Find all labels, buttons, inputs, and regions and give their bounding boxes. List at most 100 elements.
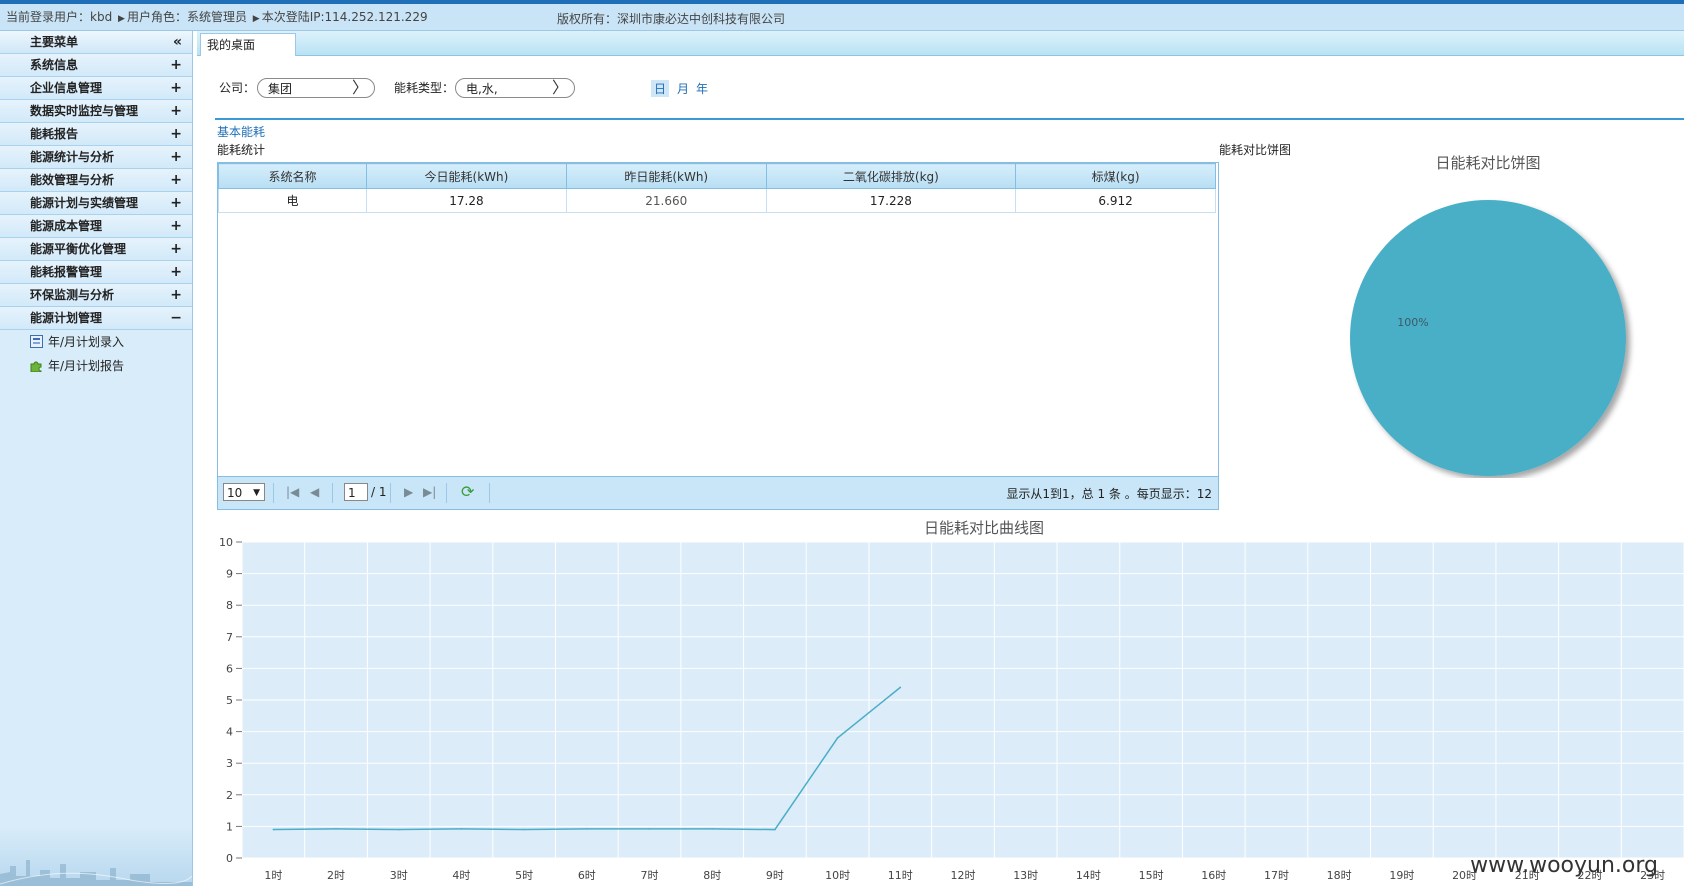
y-tick-label: 3 bbox=[226, 757, 233, 770]
sidebar-item[interactable]: 能源平衡优化管理 + bbox=[0, 238, 192, 261]
sidebar-item[interactable]: 能耗报告 + bbox=[0, 123, 192, 146]
expand-icon[interactable]: + bbox=[170, 77, 182, 99]
sidebar-item[interactable]: 能源计划与实绩管理 + bbox=[0, 192, 192, 215]
x-tick-label: 4时 bbox=[452, 869, 470, 882]
page-size-select[interactable]: 10 ▼ bbox=[223, 483, 265, 501]
expand-icon[interactable]: + bbox=[170, 284, 182, 306]
collapse-icon[interactable]: − bbox=[170, 307, 182, 329]
x-tick-label: 14时 bbox=[1076, 869, 1101, 882]
period-day-button[interactable]: 日 bbox=[651, 80, 670, 97]
period-year-button[interactable]: 年 bbox=[696, 80, 708, 97]
sidebar-subitem[interactable]: 年/月计划报告 bbox=[0, 354, 192, 378]
x-tick-label: 12时 bbox=[951, 869, 976, 882]
first-page-icon[interactable]: |◀ bbox=[286, 485, 299, 499]
sidebar-item[interactable]: 系统信息 + bbox=[0, 54, 192, 77]
expand-icon[interactable]: + bbox=[170, 100, 182, 122]
data-point[interactable] bbox=[711, 828, 714, 830]
pager-separator bbox=[273, 483, 274, 503]
sidebar-item-label: 数据实时监控与管理 bbox=[30, 104, 139, 118]
last-page-icon[interactable]: ▶| bbox=[423, 485, 436, 499]
expand-icon[interactable]: + bbox=[170, 146, 182, 168]
x-tick-label: 13时 bbox=[1013, 869, 1038, 882]
next-page-icon[interactable]: ▶ bbox=[404, 485, 413, 499]
energy-type-value: 电,水, bbox=[466, 82, 498, 96]
sidebar-header[interactable]: 主要菜单 « bbox=[0, 31, 192, 54]
sidebar-item[interactable]: 环保监测与分析 + bbox=[0, 284, 192, 307]
data-point[interactable] bbox=[586, 828, 588, 830]
data-point[interactable] bbox=[836, 737, 839, 739]
company-filter-label: 公司： bbox=[219, 81, 256, 95]
expand-icon[interactable]: + bbox=[170, 54, 182, 76]
section-divider bbox=[215, 118, 1684, 120]
table-header-row: 系统名称 今日能耗(kWh) 昨日能耗(kWh) 二氧化碳排放(kg) 标煤(kg) bbox=[217, 163, 1216, 189]
sidebar-item[interactable]: 能源成本管理 + bbox=[0, 215, 192, 238]
x-tick-label: 9时 bbox=[766, 869, 784, 882]
sidebar-item[interactable]: 企业信息管理 + bbox=[0, 77, 192, 100]
sidebar-subitem-label: 年/月计划录入 bbox=[48, 335, 125, 349]
expand-icon[interactable]: + bbox=[170, 169, 182, 191]
copyright-text: 版权所有：深圳市康必达中创科技有限公司 bbox=[557, 12, 786, 26]
y-tick-label: 8 bbox=[226, 599, 233, 612]
expand-icon[interactable]: + bbox=[170, 261, 182, 283]
data-point[interactable] bbox=[335, 828, 337, 830]
sidebar-subitem[interactable]: 年/月计划录入 bbox=[0, 330, 192, 354]
sidebar-item[interactable]: 能耗报警管理 + bbox=[0, 261, 192, 284]
sidebar-item[interactable]: 能源统计与分析 + bbox=[0, 146, 192, 169]
y-tick-label: 1 bbox=[226, 820, 233, 833]
column-header[interactable]: 二氧化碳排放(kg) bbox=[765, 163, 1017, 189]
data-point[interactable] bbox=[272, 828, 275, 831]
table-cell: 21.660 bbox=[565, 188, 767, 213]
sidebar-item-label: 能源成本管理 bbox=[30, 219, 103, 233]
pie-data-label: 100% bbox=[1397, 316, 1428, 329]
collapse-left-icon[interactable]: « bbox=[173, 31, 182, 53]
period-month-button[interactable]: 月 bbox=[677, 80, 689, 97]
dropdown-arrow-icon: ▼ bbox=[253, 488, 260, 498]
data-point[interactable] bbox=[899, 686, 902, 689]
page-number-input[interactable]: 1 bbox=[344, 483, 368, 501]
column-header[interactable]: 昨日能耗(kWh) bbox=[565, 163, 767, 189]
prev-page-icon[interactable]: ◀ bbox=[310, 485, 319, 499]
x-tick-label: 10时 bbox=[825, 869, 850, 882]
expand-icon[interactable]: + bbox=[170, 192, 182, 214]
table-row[interactable]: 电 17.28 21.660 17.228 6.912 bbox=[217, 188, 1216, 213]
sidebar-item[interactable]: 数据实时监控与管理 + bbox=[0, 100, 192, 123]
x-tick-label: 17时 bbox=[1264, 869, 1289, 882]
tab-my-desktop[interactable]: 我的桌面 bbox=[200, 33, 296, 56]
y-tick-label: 2 bbox=[226, 789, 233, 802]
expand-icon[interactable]: + bbox=[170, 215, 182, 237]
triangle-icon: ▶ bbox=[252, 14, 260, 24]
y-tick-label: 0 bbox=[226, 852, 233, 865]
sidebar-item[interactable]: 能效管理与分析 + bbox=[0, 169, 192, 192]
expand-icon[interactable]: + bbox=[170, 123, 182, 145]
pager-separator bbox=[332, 483, 333, 503]
energy-type-select[interactable]: 电,水, 〉 bbox=[455, 78, 575, 98]
data-point[interactable] bbox=[774, 828, 776, 831]
column-header[interactable]: 系统名称 bbox=[217, 163, 368, 189]
y-tick-label: 10 bbox=[219, 536, 233, 549]
sidebar-item[interactable]: 能源计划管理 − bbox=[0, 307, 192, 330]
energy-stats-grid: 系统名称 今日能耗(kWh) 昨日能耗(kWh) 二氧化碳排放(kg) 标煤(kg) 电… bbox=[217, 162, 1219, 510]
y-tick-label: 7 bbox=[226, 631, 233, 644]
sidebar-item-label: 企业信息管理 bbox=[30, 81, 103, 95]
triangle-icon: ▶ bbox=[118, 14, 125, 24]
x-tick-label: 5时 bbox=[515, 869, 533, 882]
chevron-right-icon: 〉 bbox=[351, 78, 368, 97]
table-cell: 17.228 bbox=[765, 188, 1017, 213]
x-tick-label: 18时 bbox=[1327, 869, 1352, 882]
x-tick-label: 6时 bbox=[578, 869, 596, 882]
sidebar-submenu: 年/月计划录入年/月计划报告 bbox=[0, 330, 192, 378]
column-header[interactable]: 标煤(kg) bbox=[1015, 163, 1216, 189]
watermark-text: www.wooyun.org bbox=[1470, 853, 1658, 878]
pie-slice[interactable] bbox=[1350, 200, 1626, 476]
data-point[interactable] bbox=[397, 828, 400, 831]
pager-bar: 10 ▼ |◀ ◀ 1 / 1 ▶ ▶| ⟳ 显示从1到1，总 1 条 。每页显示… bbox=[218, 476, 1218, 509]
line-chart-title: 日能耗对比曲线图 bbox=[924, 519, 1044, 537]
puzzle-icon bbox=[30, 361, 42, 372]
expand-icon[interactable]: + bbox=[170, 238, 182, 260]
company-select[interactable]: 集团 〉 bbox=[257, 78, 375, 98]
data-point[interactable] bbox=[648, 828, 651, 830]
data-point[interactable] bbox=[523, 828, 525, 831]
column-header[interactable]: 今日能耗(kWh) bbox=[366, 163, 567, 189]
refresh-icon[interactable]: ⟳ bbox=[461, 482, 474, 501]
data-point[interactable] bbox=[460, 828, 463, 830]
